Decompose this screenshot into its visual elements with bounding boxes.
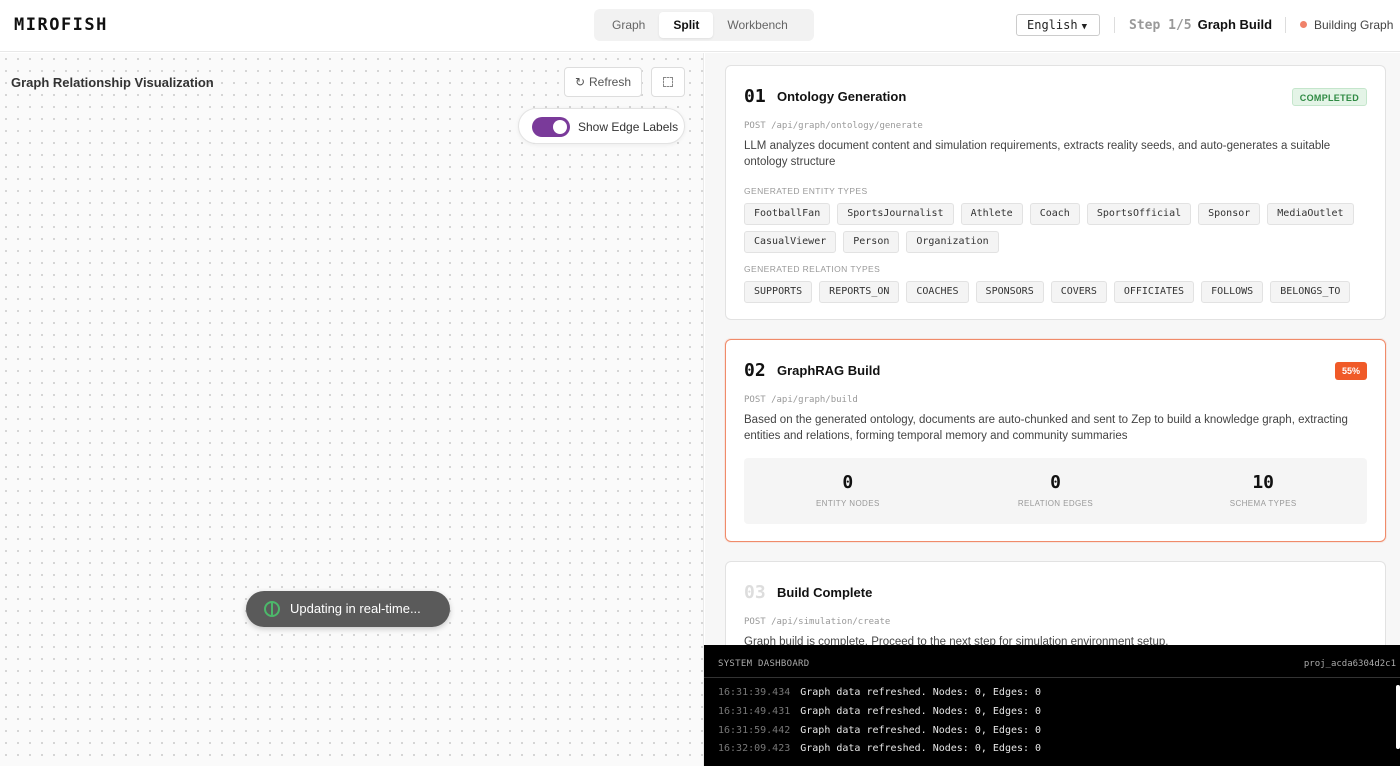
stat-label: RELATION EDGES — [1017, 499, 1094, 508]
refresh-button[interactable]: ↻ Refresh — [564, 67, 642, 97]
console-scrollbar[interactable] — [1396, 685, 1400, 749]
relation-type-tag: SPONSORS — [975, 281, 1044, 303]
expand-icon — [663, 77, 673, 87]
relation-types-label: GENERATED RELATION TYPES — [744, 264, 881, 274]
entity-type-tag: Organization — [906, 231, 999, 253]
toggle-knob — [553, 120, 567, 134]
log-message: Graph data refreshed. Nodes: 0, Edges: 0 — [800, 743, 1042, 754]
stat-label: SCHEMA TYPES — [1229, 499, 1297, 508]
log-time: 16:32:09.423 — [718, 743, 791, 754]
project-id: proj_acda6304d2c1 — [1303, 659, 1396, 669]
language-select[interactable]: English ▼ — [1016, 14, 1100, 36]
log-entry: 16:31:59.442 Graph data refreshed. Nodes:… — [718, 725, 1041, 736]
view-mode-switch: Graph Split Workbench — [594, 9, 814, 41]
stat-label: ENTITY NODES — [815, 499, 880, 508]
stat-entity-nodes: 0 ENTITY NODES — [744, 458, 952, 524]
edge-labels-toggle-container: Show Edge Labels — [518, 108, 685, 144]
step-title: Build Complete — [777, 585, 873, 600]
fullscreen-button[interactable] — [651, 67, 685, 97]
tab-workbench[interactable]: Workbench — [713, 12, 801, 38]
caret-down-icon: ▼ — [1081, 22, 1087, 32]
step-title: GraphRAG Build — [777, 363, 881, 378]
header-divider — [1285, 17, 1286, 33]
log-time: 16:31:49.431 — [718, 706, 791, 717]
live-sync-icon — [264, 601, 280, 617]
api-endpoint: POST /api/graph/ontology/generate — [744, 121, 923, 131]
log-time: 16:31:39.434 — [718, 687, 791, 698]
status-text: Building Graph — [1314, 18, 1394, 32]
progress-badge: 55% — [1334, 362, 1367, 380]
step-card-graphrag: 02 GraphRAG Build 55% POST /api/graph/bu… — [725, 339, 1386, 542]
step-number: 03 — [744, 582, 766, 603]
log-time: 16:31:59.442 — [718, 725, 791, 736]
realtime-status-pill: Updating in real-time... — [246, 591, 450, 627]
step-card-ontology: 01 Ontology Generation COMPLETED POST /a… — [725, 65, 1386, 320]
relation-type-tag: COVERS — [1050, 281, 1107, 303]
tab-graph[interactable]: Graph — [598, 12, 659, 38]
entity-type-tag: FootballFan — [744, 203, 831, 225]
entity-types-label: GENERATED ENTITY TYPES — [744, 186, 868, 196]
relation-type-tag: BELONGS_TO — [1270, 281, 1351, 303]
stat-value: 10 — [1252, 472, 1275, 493]
stat-schema-types: 10 SCHEMA TYPES — [1159, 458, 1367, 524]
step-indicator: Step 1/5 Graph Build — [1129, 17, 1272, 33]
log-message: Graph data refreshed. Nodes: 0, Edges: 0 — [800, 725, 1042, 736]
refresh-label: Refresh — [589, 75, 632, 89]
relation-types-list: SUPPORTS REPORTS_ON COACHES SPONSORS COV… — [744, 281, 1374, 303]
edge-labels-toggle-label: Show Edge Labels — [578, 120, 679, 134]
app-logo[interactable]: MIROFISH — [14, 15, 108, 35]
entity-type-tag: Athlete — [960, 203, 1023, 225]
step-counter: Step 1/5 — [1129, 18, 1192, 33]
status-badge: COMPLETED — [1291, 88, 1367, 106]
build-status: Building Graph — [1300, 18, 1393, 32]
entity-type-tag: MediaOutlet — [1267, 203, 1354, 225]
build-stats: 0 ENTITY NODES 0 RELATION EDGES 10 SCHEM… — [744, 458, 1367, 524]
relation-type-tag: OFFICIATES — [1113, 281, 1195, 303]
relation-type-tag: COACHES — [906, 281, 969, 303]
entity-type-tag: Sponsor — [1198, 203, 1261, 225]
refresh-icon: ↻ — [574, 75, 586, 89]
graph-panel[interactable]: Graph Relationship Visualization ↻ Refres… — [0, 53, 704, 766]
console-title: SYSTEM DASHBOARD — [718, 659, 810, 669]
edge-labels-toggle[interactable] — [532, 117, 570, 137]
stat-value: 0 — [842, 472, 854, 493]
step-number: 01 — [744, 86, 766, 107]
entity-type-tag: CasualViewer — [744, 231, 837, 253]
entity-type-tag: SportsJournalist — [837, 203, 954, 225]
stat-value: 0 — [1050, 472, 1061, 493]
relation-type-tag: SUPPORTS — [744, 281, 813, 303]
log-message: Graph data refreshed. Nodes: 0, Edges: 0 — [800, 687, 1042, 698]
entity-type-tag: Coach — [1029, 203, 1080, 225]
step-title: Ontology Generation — [777, 89, 907, 104]
realtime-status-text: Updating in real-time... — [290, 601, 421, 616]
system-dashboard-console[interactable]: SYSTEM DASHBOARD proj_acda6304d2c1 16:31… — [704, 645, 1400, 766]
log-message: Graph data refreshed. Nodes: 0, Edges: 0 — [800, 706, 1042, 717]
log-entry: 16:31:49.431 Graph data refreshed. Nodes:… — [718, 706, 1041, 717]
app-header: MIROFISH Graph Split Workbench English ▼ … — [0, 0, 1400, 52]
language-value: English — [1027, 18, 1078, 32]
header-divider — [1114, 17, 1115, 33]
tab-split[interactable]: Split — [659, 12, 714, 38]
log-entry: 16:32:09.423 Graph data refreshed. Nodes:… — [718, 743, 1041, 754]
step-number: 02 — [744, 360, 766, 381]
step-name: Graph Build — [1197, 17, 1273, 32]
log-entry: 16:31:39.434 Graph data refreshed. Nodes:… — [718, 687, 1041, 698]
api-endpoint: POST /api/graph/build — [744, 395, 858, 405]
entity-types-list: FootballFan SportsJournalist Athlete Coa… — [744, 203, 1374, 253]
step-description: Based on the generated ontology, documen… — [744, 414, 1348, 442]
stat-relation-edges: 0 RELATION EDGES — [952, 458, 1160, 524]
step-description: LLM analyzes document content and simula… — [744, 140, 1331, 168]
graph-panel-title: Graph Relationship Visualization — [11, 75, 214, 90]
status-dot-icon — [1300, 21, 1307, 28]
relation-type-tag: REPORTS_ON — [819, 281, 900, 303]
relation-type-tag: FOLLOWS — [1201, 281, 1264, 303]
entity-type-tag: Person — [843, 231, 900, 253]
api-endpoint: POST /api/simulation/create — [744, 617, 891, 627]
entity-type-tag: SportsOfficial — [1086, 203, 1192, 225]
console-header: SYSTEM DASHBOARD proj_acda6304d2c1 — [704, 645, 1400, 678]
